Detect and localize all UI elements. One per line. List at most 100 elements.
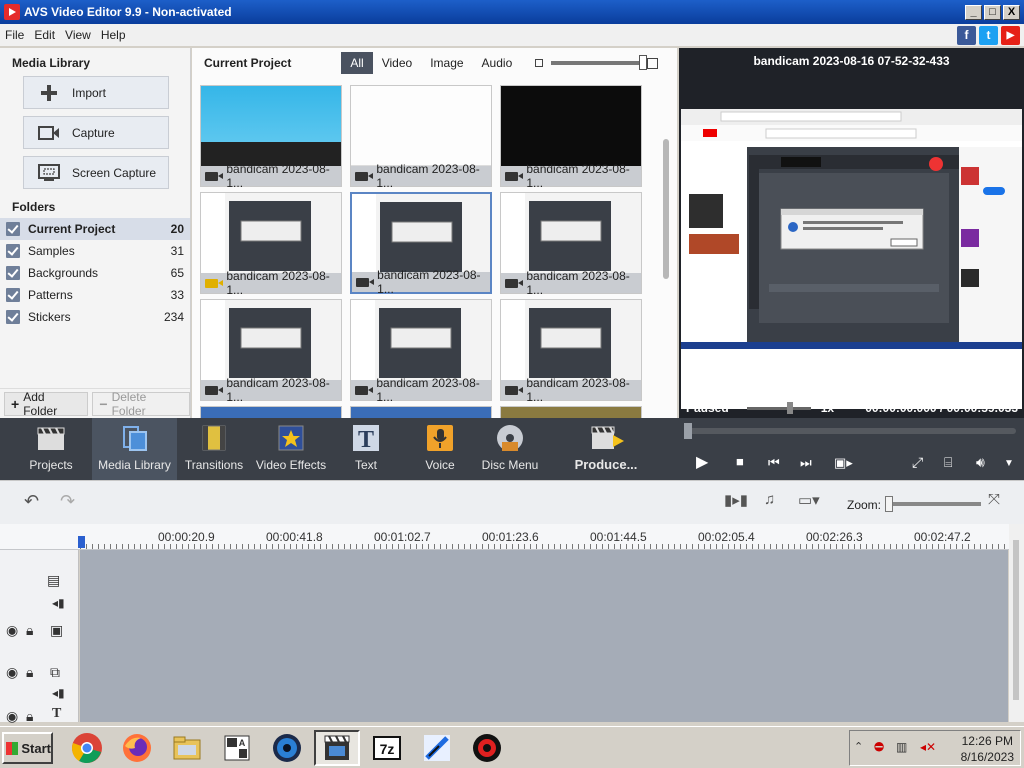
timeline-scrollbar[interactable] <box>1009 524 1024 722</box>
filter-audio[interactable]: Audio <box>473 52 522 74</box>
seek-handle[interactable] <box>684 423 692 439</box>
delete-folder-button[interactable]: − Delete Folder <box>92 390 190 418</box>
filter-video[interactable]: Video <box>373 52 421 74</box>
seek-bar[interactable] <box>684 423 1016 439</box>
video-editor-app-icon[interactable] <box>414 730 460 766</box>
firefox-app-icon[interactable] <box>114 730 160 766</box>
checkbox-icon[interactable] <box>6 244 20 258</box>
lock-icon[interactable]: 🔒︎ <box>26 622 33 639</box>
chrome-app-icon[interactable] <box>64 730 110 766</box>
lock-icon[interactable]: 🔒︎ <box>26 708 33 725</box>
tool-projects[interactable]: Projects <box>18 418 84 480</box>
media-thumbnail[interactable]: bandicam 2023-08-1... <box>500 85 642 190</box>
lock-icon[interactable]: 🔒︎ <box>26 664 33 681</box>
media-thumbnail[interactable]: bandicam 2023-08-1... <box>350 192 492 296</box>
media-scrollbar[interactable] <box>662 85 670 415</box>
tray-expand-icon[interactable]: ⌃ <box>854 740 863 753</box>
folder-samples[interactable]: Samples 31 <box>0 240 190 262</box>
next-frame-icon[interactable]: ⏭ <box>800 455 812 471</box>
speed-control[interactable]: 1x <box>746 401 834 415</box>
tray-security-icon[interactable]: ⛔︎ <box>874 740 884 755</box>
zoom-thumb[interactable] <box>885 496 893 512</box>
system-clock[interactable]: 12:26 PM 8/16/2023 <box>961 733 1014 765</box>
menu-view[interactable]: View <box>60 28 96 42</box>
preview-screen[interactable] <box>681 109 1022 409</box>
media-thumbnail[interactable]: bandicam 2023-08-1... <box>500 299 642 404</box>
tool-video-effects[interactable]: Video Effects <box>254 418 328 480</box>
play-icon[interactable]: ▶ <box>696 452 708 472</box>
close-button[interactable]: X <box>1003 4 1020 20</box>
visibility-eye-icon[interactable]: ◉ <box>6 664 18 681</box>
folder-patterns[interactable]: Patterns 33 <box>0 284 190 306</box>
speed-slider[interactable] <box>746 401 811 414</box>
visibility-eye-icon[interactable]: ◉ <box>6 708 18 725</box>
twitter-icon[interactable]: t <box>979 25 998 45</box>
checkbox-icon[interactable] <box>6 310 20 324</box>
audio-mixer-icon[interactable]: ♫ <box>764 491 775 508</box>
thumbnail-size-slider[interactable] <box>535 55 659 70</box>
add-folder-button[interactable]: + Add Folder <box>4 390 89 418</box>
menu-file[interactable]: File <box>0 28 29 42</box>
filter-all[interactable]: All <box>341 52 373 74</box>
split-icon[interactable]: ▮▸▮ <box>724 491 748 509</box>
folder-backgrounds[interactable]: Backgrounds 65 <box>0 262 190 284</box>
scrollbar-thumb[interactable] <box>1013 540 1019 700</box>
snapshot-icon[interactable]: ⌸ <box>944 454 952 471</box>
timeline-tracks[interactable] <box>80 550 1008 722</box>
folder-stickers[interactable]: Stickers 234 <box>0 306 190 328</box>
menu-help[interactable]: Help <box>96 28 131 42</box>
avs-video-editor-app-icon[interactable] <box>314 730 360 766</box>
bandicam-app-icon[interactable] <box>464 730 510 766</box>
media-thumbnail[interactable]: bandicam 2023-08-1... <box>500 192 642 297</box>
facebook-icon[interactable]: f <box>957 25 976 45</box>
youtube-icon[interactable]: ▶ <box>1001 25 1020 45</box>
media-thumbnail[interactable]: bandicam 2023-08-1... <box>500 406 642 418</box>
fit-timeline-icon[interactable]: ⤧ <box>988 491 1000 508</box>
undo-icon[interactable]: ↶ <box>24 491 39 512</box>
checkbox-icon[interactable] <box>6 222 20 236</box>
7zip-app-icon[interactable]: 7z <box>364 730 410 766</box>
folder-current-project[interactable]: Current Project 20 <box>0 218 190 240</box>
size-thumb[interactable] <box>639 55 648 70</box>
redo-icon[interactable]: ↷ <box>60 491 75 512</box>
filter-image[interactable]: Image <box>421 52 472 74</box>
stop-icon[interactable]: ■ <box>736 454 744 469</box>
media-thumbnail[interactable]: bandicam 2023-08-1... <box>200 299 342 404</box>
timeline-ruler[interactable]: 00:00:20.9 00:00:41.8 00:01:02.7 00:01:2… <box>0 524 1024 550</box>
media-thumbnail[interactable]: bandicam 2023-08-1... <box>350 85 492 190</box>
screen-capture-button[interactable]: Screen Capture <box>23 156 169 189</box>
timeline-zoom-slider[interactable] <box>885 496 981 512</box>
visibility-eye-icon[interactable]: ◉ <box>6 622 18 639</box>
media-player-app-icon[interactable] <box>264 730 310 766</box>
menu-edit[interactable]: Edit <box>29 28 60 42</box>
checkbox-icon[interactable] <box>6 266 20 280</box>
media-thumbnail[interactable]: bandicam 2023-08-1... <box>200 85 342 190</box>
fullscreen-icon[interactable]: ⤢ <box>912 454 923 471</box>
tool-transitions[interactable]: Transitions <box>182 418 246 480</box>
aspect-ratio-icon[interactable]: ▭▾ <box>798 491 820 509</box>
tool-produce[interactable]: Produce... <box>570 418 642 480</box>
scrollbar-thumb[interactable] <box>663 139 669 279</box>
size-track[interactable] <box>551 55 648 70</box>
import-button[interactable]: Import <box>23 76 169 109</box>
tray-volume-muted-icon[interactable]: ◂✕ <box>920 740 936 754</box>
playhead-marker[interactable] <box>78 536 85 548</box>
security-app-icon[interactable]: A <box>214 730 260 766</box>
tool-media-library[interactable]: Media Library <box>92 418 177 480</box>
previous-frame-icon[interactable]: ⏮ <box>768 455 780 471</box>
maximize-button[interactable]: □ <box>984 4 1001 20</box>
split-play-icon[interactable]: ▣▸ <box>834 455 853 471</box>
media-thumbnail[interactable]: bandicam 2023-08-1... <box>350 299 492 404</box>
volume-dropdown-icon[interactable]: ▼ <box>1004 458 1014 469</box>
tray-network-icon[interactable]: ▥ <box>896 740 907 754</box>
media-thumbnail[interactable]: bandicam 2023-08-1... <box>200 192 342 297</box>
media-thumbnail[interactable]: bandicam 2023-08-1... <box>200 406 342 418</box>
checkbox-icon[interactable] <box>6 288 20 302</box>
start-button[interactable]: Start <box>2 732 53 764</box>
media-thumbnail[interactable]: bandicam 2023-08-1... <box>350 406 492 418</box>
file-explorer-app-icon[interactable] <box>164 730 210 766</box>
tool-voice[interactable]: Voice <box>410 418 470 480</box>
capture-button[interactable]: Capture <box>23 116 169 149</box>
tool-disc-menu[interactable]: Disc Menu <box>480 418 540 480</box>
volume-icon[interactable]: 🔊︎ <box>976 454 985 471</box>
